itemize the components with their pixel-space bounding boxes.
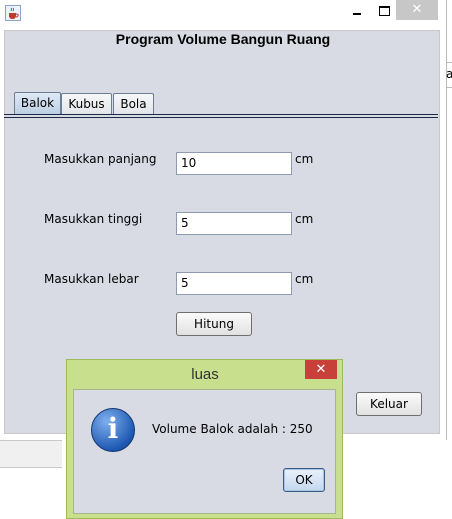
tab-balok[interactable]: Balok <box>14 92 61 114</box>
minimize-icon <box>353 13 361 15</box>
lebar-label: Masukkan lebar <box>44 272 139 286</box>
dialog-body: i Volume Balok adalah : 250 OK <box>73 389 336 514</box>
information-icon: i <box>91 408 135 452</box>
tinggi-label: Masukkan tinggi <box>44 212 143 226</box>
lebar-input[interactable]: 5 <box>176 272 292 295</box>
panjang-unit: cm <box>295 152 314 166</box>
tinggi-unit: cm <box>295 212 314 226</box>
message-dialog: luas ✕ i Volume Balok adalah : 250 OK <box>66 359 343 519</box>
dialog-close-button[interactable]: ✕ <box>305 360 337 379</box>
background-window-edge: a <box>446 62 452 88</box>
page-title: Program Volume Bangun Ruang <box>115 31 331 47</box>
background-window-strip <box>0 440 62 468</box>
minimize-button[interactable] <box>343 2 369 22</box>
ok-button[interactable]: OK <box>283 468 325 492</box>
title-bar[interactable]: ✕ <box>0 0 446 28</box>
hitung-button[interactable]: Hitung <box>176 312 252 336</box>
keluar-button[interactable]: Keluar <box>356 392 422 416</box>
panjang-label: Masukkan panjang <box>44 152 157 166</box>
tab-divider <box>4 114 438 118</box>
tab-bola[interactable]: Bola <box>113 93 154 114</box>
maximize-icon <box>379 6 390 16</box>
background-edge-text: a <box>446 67 452 81</box>
java-cup-icon <box>5 5 21 21</box>
panjang-input[interactable]: 10 <box>176 152 292 175</box>
tinggi-input[interactable]: 5 <box>176 212 292 235</box>
lebar-unit: cm <box>295 272 314 286</box>
close-button[interactable]: ✕ <box>396 0 438 20</box>
dialog-title: luas <box>191 366 219 383</box>
maximize-button[interactable] <box>370 2 396 22</box>
dialog-message: Volume Balok adalah : 250 <box>152 422 313 436</box>
tab-kubus[interactable]: Kubus <box>61 93 112 114</box>
